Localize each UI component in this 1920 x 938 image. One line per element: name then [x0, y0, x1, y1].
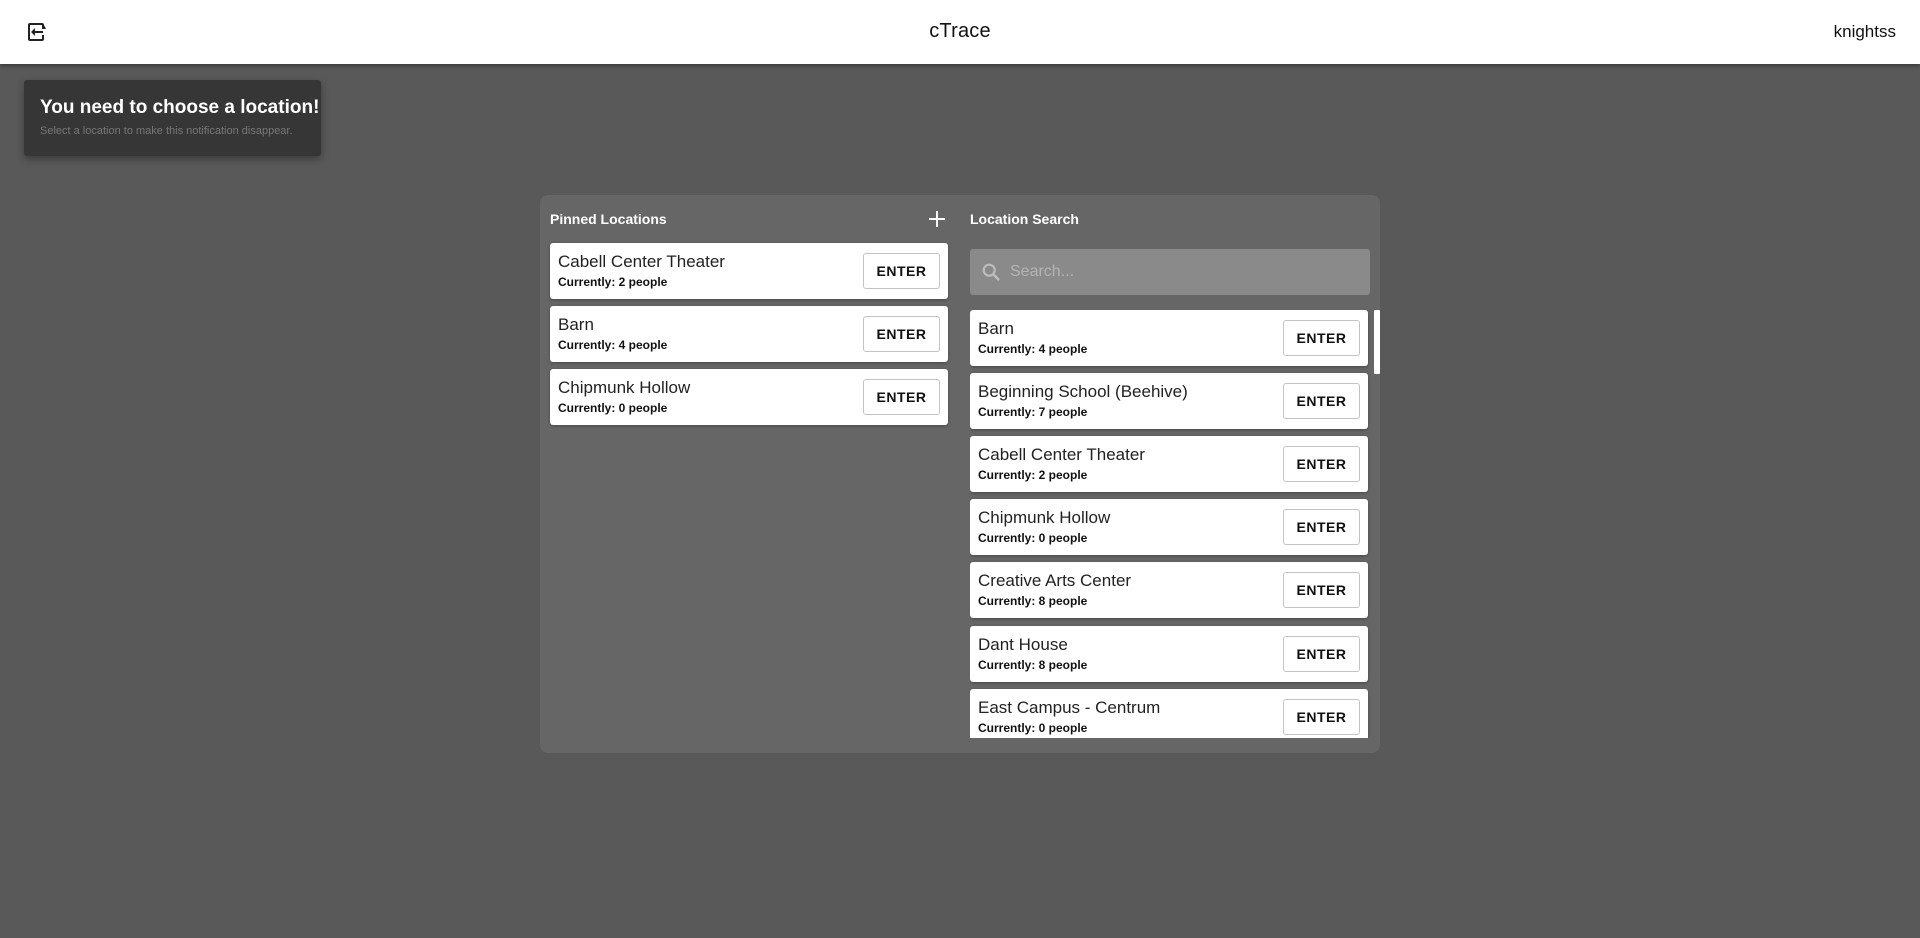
enter-button[interactable]: ENTER [863, 253, 940, 289]
search-result-card: Dant House Currently: 8 people ENTER [970, 626, 1368, 682]
pinned-location-card: Chipmunk Hollow Currently: 0 people ENTE… [550, 369, 948, 425]
location-occupancy: Currently: 2 people [978, 468, 1088, 482]
location-occupancy: Currently: 8 people [978, 658, 1088, 672]
search-result-card: Creative Arts Center Currently: 8 people… [970, 562, 1368, 618]
location-name: East Campus - Centrum [978, 698, 1161, 717]
enter-button[interactable]: ENTER [1283, 572, 1360, 608]
search-result-card: Beginning School (Beehive) Currently: 7 … [970, 373, 1368, 429]
location-name: Cabell Center Theater [558, 252, 725, 271]
search-results-list[interactable]: Barn Currently: 4 people ENTER Beginning… [970, 310, 1382, 738]
enter-button[interactable]: ENTER [1283, 320, 1360, 356]
location-name: Barn [978, 319, 1014, 338]
location-occupancy: Currently: 4 people [978, 342, 1088, 356]
pinned-locations-heading: Pinned Locations [550, 211, 667, 227]
enter-button[interactable]: ENTER [1283, 383, 1360, 419]
username-label[interactable]: knightss [1834, 22, 1896, 42]
app-title: cTrace [929, 20, 991, 42]
enter-button[interactable]: ENTER [1283, 699, 1360, 735]
location-name: Barn [558, 315, 594, 334]
search-icon [982, 263, 1000, 281]
search-result-card: Cabell Center Theater Currently: 2 peopl… [970, 436, 1368, 492]
search-input[interactable] [1008, 249, 1358, 295]
location-name: Cabell Center Theater [978, 445, 1145, 464]
plus-icon [929, 211, 945, 227]
pinned-location-card: Cabell Center Theater Currently: 2 peopl… [550, 243, 948, 299]
location-occupancy: Currently: 2 people [558, 275, 668, 289]
location-notification: You need to choose a location! Select a … [24, 80, 321, 156]
search-result-card: East Campus - Centrum Currently: 0 peopl… [970, 689, 1368, 738]
results-scrollbar-thumb[interactable] [1374, 310, 1380, 374]
results-scrollbar[interactable] [1374, 310, 1380, 738]
search-result-card: Barn Currently: 4 people ENTER [970, 310, 1368, 366]
location-occupancy: Currently: 0 people [558, 401, 668, 415]
enter-button[interactable]: ENTER [1283, 509, 1360, 545]
enter-button[interactable]: ENTER [1283, 446, 1360, 482]
notification-subtitle: Select a location to make this notificat… [40, 125, 293, 137]
location-occupancy: Currently: 0 people [978, 721, 1088, 735]
location-panel: Pinned Locations Cabell Center Theater C… [540, 195, 1380, 753]
location-occupancy: Currently: 7 people [978, 405, 1088, 419]
location-name: Creative Arts Center [978, 571, 1132, 590]
notification-title: You need to choose a location! [40, 97, 320, 118]
location-occupancy: Currently: 4 people [558, 338, 668, 352]
add-pinned-location-button[interactable] [926, 208, 948, 230]
location-occupancy: Currently: 8 people [978, 594, 1088, 608]
location-search-heading: Location Search [970, 211, 1079, 227]
search-field[interactable] [970, 249, 1370, 295]
location-name: Dant House [978, 635, 1068, 654]
enter-button[interactable]: ENTER [863, 316, 940, 352]
enter-button[interactable]: ENTER [863, 379, 940, 415]
enter-button[interactable]: ENTER [1283, 636, 1360, 672]
location-name: Beginning School (Beehive) [978, 382, 1188, 401]
pinned-location-card: Barn Currently: 4 people ENTER [550, 306, 948, 362]
top-app-bar: cTrace knightss [0, 0, 1920, 64]
location-occupancy: Currently: 0 people [978, 531, 1088, 545]
location-name: Chipmunk Hollow [558, 378, 691, 397]
search-result-card: Chipmunk Hollow Currently: 0 people ENTE… [970, 499, 1368, 555]
location-name: Chipmunk Hollow [978, 508, 1111, 527]
